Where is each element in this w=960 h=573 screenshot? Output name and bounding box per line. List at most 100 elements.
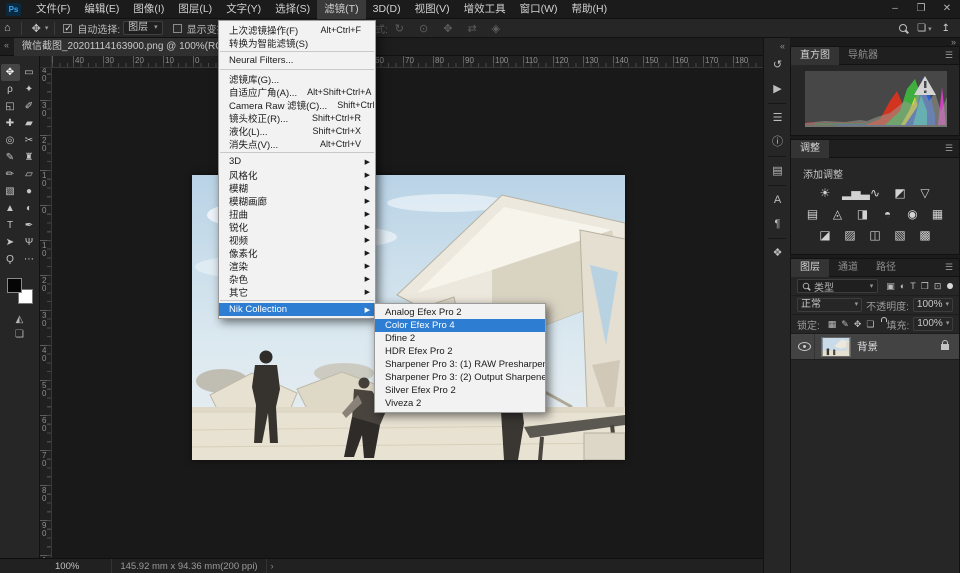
gradient-map-icon[interactable]: ▩ bbox=[917, 228, 933, 243]
libraries-icon[interactable]: ▤ bbox=[764, 159, 791, 183]
zoom-tool[interactable]: Ϙ bbox=[1, 251, 20, 268]
color-swatches[interactable] bbox=[7, 278, 33, 304]
status-chevron-icon[interactable]: › bbox=[271, 561, 274, 571]
filter-menu-item[interactable]: 像素化▶ bbox=[219, 246, 375, 259]
properties-icon[interactable]: ☰ bbox=[764, 106, 791, 130]
filter-menu-item[interactable]: 其它▶ bbox=[219, 285, 375, 298]
filter-pixel-layers-icon[interactable]: ▣ bbox=[886, 281, 895, 292]
lock-transparency-icon[interactable]: ▦ bbox=[828, 319, 837, 330]
auto-select-checkbox[interactable] bbox=[63, 24, 72, 33]
minimize-button[interactable]: – bbox=[882, 0, 908, 19]
color-balance-icon[interactable]: ◬ bbox=[830, 207, 846, 222]
dodge-tool[interactable]: ◐ bbox=[20, 200, 39, 217]
type-tool[interactable]: T bbox=[1, 217, 20, 234]
menubar-item-10[interactable]: 增效工具 bbox=[457, 0, 513, 19]
filter-toggle-icon[interactable] bbox=[947, 283, 953, 289]
paragraph-icon[interactable]: ¶ bbox=[764, 212, 791, 236]
filter-menu-item[interactable]: 模糊▶ bbox=[219, 181, 375, 194]
nik-submenu-item[interactable]: Sharpener Pro 3: (1) RAW Presharpener bbox=[375, 358, 545, 371]
vibrance-icon[interactable]: ▽ bbox=[917, 186, 933, 201]
chevron-down-icon[interactable]: ▾ bbox=[45, 24, 49, 32]
filter-smart-objects-icon[interactable]: ⊡ bbox=[934, 281, 942, 292]
tab-channels[interactable]: 通道 bbox=[829, 259, 867, 277]
menubar-item-7[interactable]: 滤镜(T) bbox=[317, 0, 365, 19]
filter-menu-item[interactable]: 模糊画廊▶ bbox=[219, 194, 375, 207]
menubar-item-8[interactable]: 3D(D) bbox=[366, 0, 408, 19]
shape-tool[interactable]: ▲ bbox=[1, 200, 20, 217]
menubar-item-11[interactable]: 窗口(W) bbox=[513, 0, 565, 19]
menubar-item-4[interactable]: 图层(L) bbox=[171, 0, 219, 19]
marquee-tool[interactable]: ▭ bbox=[20, 64, 39, 81]
eraser-tool[interactable]: ▱ bbox=[20, 166, 39, 183]
filter-menu-item[interactable]: 锐化▶ bbox=[219, 220, 375, 233]
quick-mask-icon[interactable]: ◭ bbox=[0, 312, 39, 327]
menubar-item-12[interactable]: 帮助(H) bbox=[565, 0, 615, 19]
actions-icon[interactable]: ▶ bbox=[764, 77, 791, 101]
menubar-item-2[interactable]: 编辑(E) bbox=[77, 0, 126, 19]
filter-menu-item[interactable]: 消失点(V)...Alt+Ctrl+V bbox=[219, 137, 375, 150]
tab-layers[interactable]: 图层 bbox=[791, 259, 829, 277]
layer-filter-dropdown[interactable]: 类型 ▾ bbox=[797, 279, 878, 293]
move-tool[interactable]: ✥ bbox=[1, 64, 20, 81]
selective-color-icon[interactable]: ▧ bbox=[892, 228, 908, 243]
menubar-item-1[interactable]: 文件(F) bbox=[29, 0, 77, 19]
nik-submenu-item[interactable]: HDR Efex Pro 2 bbox=[375, 345, 545, 358]
filter-menu-item[interactable]: 风格化▶ bbox=[219, 168, 375, 181]
photo-filter-icon[interactable]: ◓ bbox=[880, 207, 896, 222]
healing-brush-tool[interactable]: ✚ bbox=[1, 115, 20, 132]
expand-panels-icon[interactable]: « bbox=[764, 38, 790, 53]
zoom-level[interactable]: 100% bbox=[55, 561, 79, 572]
menubar-item-6[interactable]: 选择(S) bbox=[268, 0, 317, 19]
auto-select-dropdown[interactable]: 图层 ▾ bbox=[123, 21, 163, 35]
search-icon[interactable] bbox=[899, 24, 907, 32]
blur-tool[interactable]: ● bbox=[20, 183, 39, 200]
blend-mode-dropdown[interactable]: 正常 ▾ bbox=[797, 298, 862, 312]
filter-menu-item[interactable]: 液化(L)...Shift+Ctrl+X bbox=[219, 124, 375, 137]
tab-adjustments[interactable]: 调整 bbox=[791, 140, 829, 158]
black-white-icon[interactable]: ◨ bbox=[855, 207, 871, 222]
exposure-icon[interactable]: ◩ bbox=[892, 186, 908, 201]
workspace-icon[interactable]: ❏ ▾ bbox=[917, 23, 931, 34]
panel-menu-icon[interactable]: ☰ bbox=[945, 262, 959, 273]
opacity-field[interactable]: 100% ▾ bbox=[913, 298, 953, 312]
pencil-tool[interactable]: ✏ bbox=[1, 166, 20, 183]
fill-field[interactable]: 100% ▾ bbox=[913, 317, 953, 331]
nik-submenu-item[interactable]: Viveza 2 bbox=[375, 397, 545, 410]
home-icon[interactable]: ⌂ bbox=[0, 22, 15, 34]
horizontal-ruler[interactable]: 4030201001020304050607080901001101201301… bbox=[52, 56, 763, 68]
filter-type-layers-icon[interactable]: T bbox=[910, 281, 916, 291]
info-icon[interactable]: ⓘ bbox=[764, 130, 791, 154]
document-tab[interactable]: 微信截图_20201114163900.png @ 100%(RGB bbox=[14, 38, 239, 56]
filter-menu-item[interactable]: Neural Filters... bbox=[219, 54, 375, 67]
show-transform-checkbox[interactable] bbox=[173, 24, 182, 33]
pen-tool[interactable]: ✒ bbox=[20, 217, 39, 234]
share-icon[interactable]: ↥ bbox=[942, 23, 950, 34]
filter-shape-layers-icon[interactable]: ❐ bbox=[921, 281, 929, 292]
patch-tool[interactable]: ▰ bbox=[20, 115, 39, 132]
lasso-tool[interactable]: ρ bbox=[1, 81, 20, 98]
brightness-contrast-icon[interactable]: ☀ bbox=[817, 186, 833, 201]
nik-submenu-item[interactable]: Sharpener Pro 3: (2) Output Sharpener bbox=[375, 371, 545, 384]
invert-icon[interactable]: ◪ bbox=[817, 228, 833, 243]
posterize-icon[interactable]: ▨ bbox=[842, 228, 858, 243]
curves-icon[interactable]: ∿ bbox=[867, 186, 883, 201]
tab-histogram[interactable]: 直方图 bbox=[791, 47, 839, 65]
vertical-ruler[interactable]: 403020100102030405060708090100 bbox=[40, 68, 52, 558]
tab-paths[interactable]: 路径 bbox=[867, 259, 905, 277]
filter-menu-item[interactable]: Nik Collection▶ bbox=[219, 303, 375, 316]
filter-menu-item[interactable]: 杂色▶ bbox=[219, 272, 375, 285]
filter-menu-item[interactable]: 扭曲▶ bbox=[219, 207, 375, 220]
nik-submenu-item[interactable]: Dfine 2 bbox=[375, 332, 545, 345]
filter-adjustment-layers-icon[interactable]: ◐ bbox=[900, 281, 905, 291]
more-tools[interactable]: ⋯ bbox=[20, 251, 39, 268]
visibility-eye-icon[interactable] bbox=[798, 342, 811, 351]
clone-stamp-tool[interactable]: ♜ bbox=[20, 149, 39, 166]
filter-menu-item[interactable]: 上次滤镜操作(F)Alt+Ctrl+F bbox=[219, 23, 375, 36]
collapse-dock-icon[interactable]: » bbox=[790, 38, 960, 46]
menubar-item-9[interactable]: 视图(V) bbox=[408, 0, 457, 19]
crop-tool[interactable]: ◱ bbox=[1, 98, 20, 115]
lock-position-icon[interactable]: ✥ bbox=[854, 319, 862, 330]
collapse-tools-icon[interactable]: « bbox=[4, 40, 9, 50]
share-icon[interactable]: ❖ bbox=[764, 241, 791, 265]
eyedropper-tool[interactable]: ✐ bbox=[20, 98, 39, 115]
